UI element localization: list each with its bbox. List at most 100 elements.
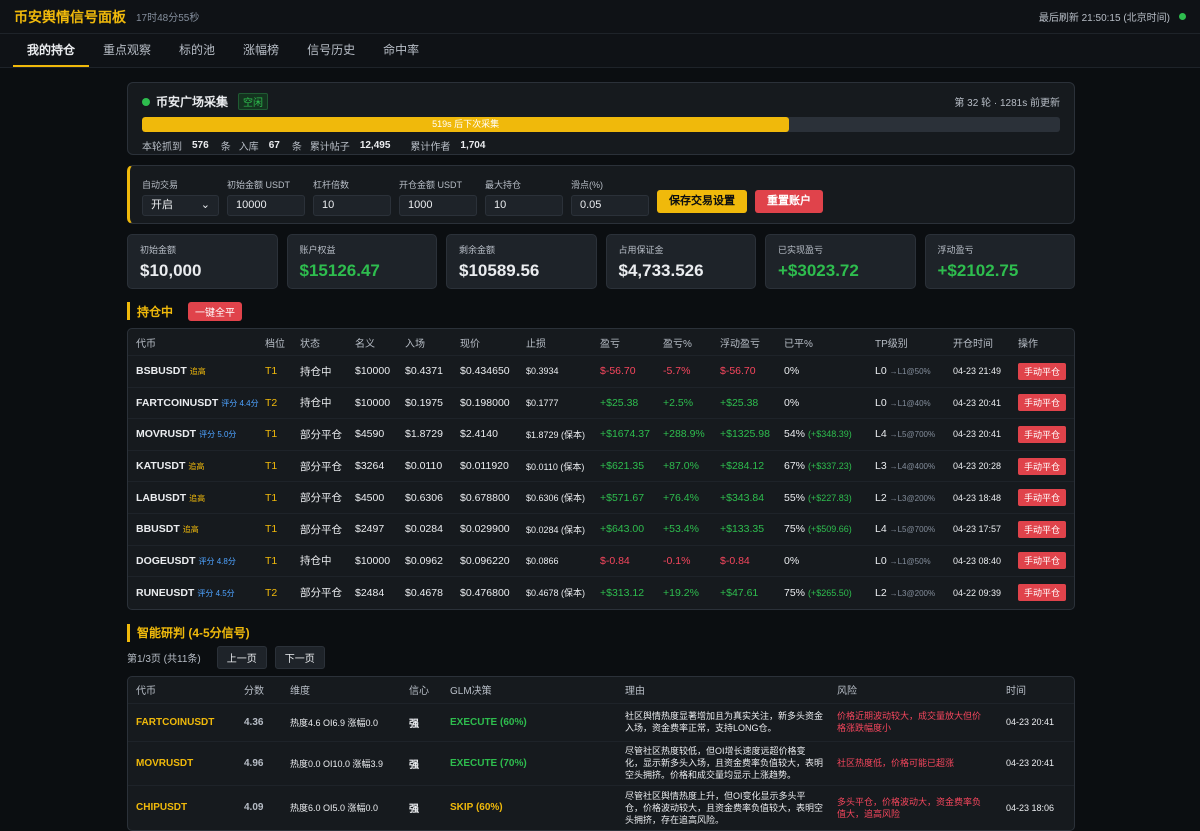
pnl-percent: -5.7% [663,365,691,378]
reset-account-button[interactable]: 重置账户 [755,190,823,213]
time: 04-23 20:41 [1006,758,1055,769]
column-header: 止损 [526,338,546,350]
page-info: 第1/3页 (共11条) [127,654,201,666]
positions-header: 持仓中 一键全平 [127,301,1075,321]
tab-pool[interactable]: 标的池 [165,34,229,67]
current-price: $0.678800 [460,491,510,504]
tab-hit-rate[interactable]: 命中率 [369,34,433,67]
auto-trade-select[interactable]: 开启 ⌄ [142,195,219,216]
time: 04-23 18:06 [1006,802,1055,813]
stop-loss: $0.4678 (保本) [526,588,586,599]
table-row: DOGEUSDT 评分 4.8分 T1 持仓中 $10000 $0.0962 $0.0962… [128,546,1074,578]
symbol[interactable]: BSBUSDT [136,365,187,377]
stat-label: 入库 [238,142,259,153]
stop-loss: $0.1777 [526,397,559,408]
notional: $3264 [355,460,385,473]
prev-page-button[interactable]: 上一页 [216,646,267,670]
closed-amount: (+$509.66) [807,524,852,535]
reason: 尽管社区热度较低，但OI增长速度远超价格变化，显示新多头入场，且资金费率负值较大… [625,746,824,781]
closed-percent: 0% [784,554,800,567]
close-all-button[interactable]: 一键全平 [188,301,243,321]
slippage-label: 滑点(%) [571,180,603,190]
symbol-tag: 追高 [182,525,199,535]
tp-next: →L5@700% [889,525,936,535]
collector-title: 币安广场采集 [156,95,229,109]
score: 4.96 [244,757,264,769]
card-value: $4,733.526 [618,261,704,280]
column-header: 档位 [265,338,285,350]
research-header: 智能研判 (4-5分信号) [127,623,1075,642]
closed-amount: (+$265.50) [807,587,852,598]
symbol-tag: 评分 4.8分 [198,556,236,566]
open-amount-input[interactable]: 1000 [399,195,477,216]
column-header: 浮动盈亏 [720,338,760,350]
pnl: +$25.38 [600,396,639,409]
stat-unit: 条 [291,142,302,153]
confidence: 强 [409,718,419,730]
manual-close-button[interactable]: 手动平仓 [1018,457,1067,475]
max-positions-label: 最大持仓 [485,180,522,190]
nav-tabs: 我的持仓 重点观察 标的池 涨幅榜 信号历史 命中率 [0,34,1200,68]
tp-level: L3 [875,460,887,473]
table-row: CHIPUSDT 4.09 热度6.0 OI5.0 涨幅0.0 强 SKIP (60%)… [128,786,1074,830]
floating-pnl: +$25.38 [720,396,759,409]
column-header: 代币 [136,338,156,350]
next-page-button[interactable]: 下一页 [274,646,325,670]
closed-percent: 75% [784,586,806,599]
closed-percent: 0% [784,365,800,378]
pnl-percent: +288.9% [663,428,705,441]
pnl: +$1674.37 [600,428,650,441]
manual-close-button[interactable]: 手动平仓 [1018,520,1067,538]
floating-pnl: $-56.70 [720,365,756,378]
pnl-percent: +2.5% [663,396,694,409]
closed-percent: 75% [784,523,806,536]
stop-loss: $0.0866 [526,555,559,566]
card-value: $10589.56 [459,261,540,280]
open-time: 04-23 18:48 [953,492,1002,503]
column-header: 入场 [405,338,425,350]
manual-close-button[interactable]: 手动平仓 [1018,425,1067,443]
max-positions-input[interactable]: 10 [485,195,563,216]
symbol[interactable]: FARTCOINUSDT [136,717,214,728]
manual-close-button[interactable]: 手动平仓 [1018,552,1067,570]
stat-unit: 条 [220,142,231,153]
symbol[interactable]: LABUSDT [136,492,186,504]
open-time: 04-23 21:49 [953,366,1002,377]
manual-close-button[interactable]: 手动平仓 [1018,489,1067,507]
summary-card: 占用保证金 $4,733.526 [605,234,756,289]
leverage-input[interactable]: 10 [313,195,391,216]
tab-holdings[interactable]: 我的持仓 [13,34,90,67]
symbol[interactable]: FARTCOINUSDT [136,397,218,409]
manual-close-button[interactable]: 手动平仓 [1018,584,1067,602]
progress-text: 519s 后下次采集 [432,119,500,129]
tab-signal-history[interactable]: 信号历史 [293,34,369,67]
manual-close-button[interactable]: 手动平仓 [1018,394,1067,412]
symbol[interactable]: BBUSDT [136,523,180,535]
floating-pnl: +$133.35 [720,523,765,536]
tab-gainers[interactable]: 涨幅榜 [229,34,293,67]
symbol[interactable]: KATUSDT [136,460,185,472]
tp-next: →L1@50% [889,367,931,377]
tier: T1 [265,523,278,536]
symbol[interactable]: CHIPUSDT [136,802,187,813]
table-row: KATUSDT 追高 T1 部分平仓 $3264 $0.0110 $0.011920 $0.0… [128,451,1074,483]
reason: 尽管社区舆情热度上升，但OI变化显示多头平仓，价格波动较大，且资金费率负值较大，… [625,790,824,825]
card-label: 剩余金额 [459,245,496,255]
save-settings-button[interactable]: 保存交易设置 [657,190,747,213]
pnl-percent: -0.1% [663,554,691,567]
card-label: 已实现盈亏 [778,245,824,255]
symbol[interactable]: DOGEUSDT [136,555,196,567]
uptime: 17时48分55秒 [136,13,200,24]
risk: 多头平仓，价格波动大，资金费率负值大，追高风险 [837,796,982,819]
symbol[interactable]: RUNEUSDT [136,587,194,599]
symbol[interactable]: MOVRUSDT [136,428,196,440]
tab-watchlist[interactable]: 重点观察 [89,34,165,67]
progress-bar: 519s 后下次采集 [142,117,1060,132]
slippage-input[interactable]: 0.05 [571,195,649,216]
initial-amount-input[interactable]: 10000 [227,195,305,216]
manual-close-button[interactable]: 手动平仓 [1018,362,1067,380]
entry-price: $0.1975 [405,396,443,409]
symbol[interactable]: MOVRUSDT [136,758,193,769]
time: 04-23 20:41 [1006,717,1055,728]
tp-level: L2 [875,491,887,504]
